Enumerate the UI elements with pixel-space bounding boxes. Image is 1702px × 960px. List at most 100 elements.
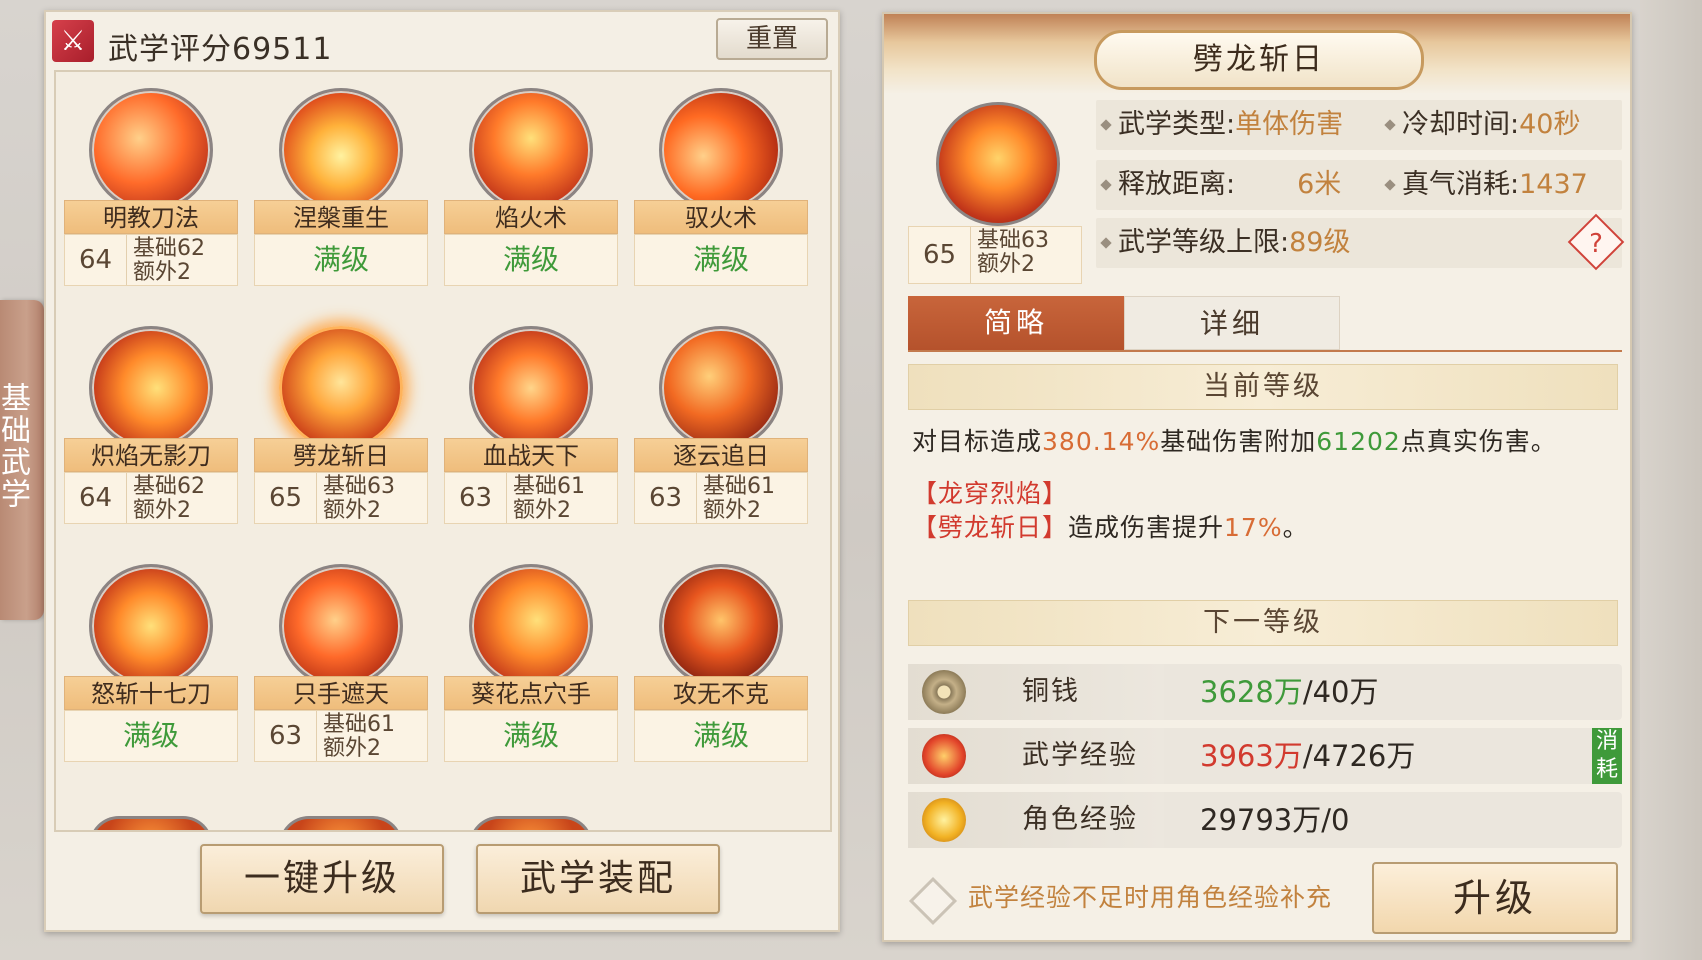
skill-card[interactable]: 涅槃重生 满级 xyxy=(254,88,428,300)
skill-orb-partial xyxy=(279,816,403,830)
cast-range: 释放距离: 6米 xyxy=(1096,160,1341,210)
skill-level-box: 63 基础61 额外2 xyxy=(254,710,428,762)
skill-level: 63 xyxy=(445,473,507,523)
qi-cost-value: 1437 xyxy=(1519,169,1588,200)
cooldown-label: 冷却时间: xyxy=(1402,109,1520,140)
bonus-1-tag: 【龙穿烈焰】 xyxy=(912,479,1069,508)
skill-name: 怒斩十七刀 xyxy=(64,676,238,710)
resource-need: /40万 xyxy=(1302,675,1379,709)
skill-name: 炽焰无影刀 xyxy=(64,438,238,472)
skill-level-box: 63 基础61 额外2 xyxy=(444,472,618,524)
resource-value: 29793万/0 xyxy=(1200,792,1350,848)
invincible-warrior-icon xyxy=(659,564,783,688)
cast-range-value: 6米 xyxy=(1297,169,1342,200)
skill-card[interactable]: 怒斩十七刀 满级 xyxy=(64,564,238,776)
tab-brief[interactable]: 简略 xyxy=(908,296,1124,350)
skill-card[interactable]: 驭火术 满级 xyxy=(634,88,808,300)
skill-name: 血战天下 xyxy=(444,438,618,472)
skill-level-base: 基础63 xyxy=(323,474,395,499)
dragon-head-icon xyxy=(279,326,403,450)
qi-cost: 真气消耗:1437 xyxy=(1380,160,1588,210)
resource-label: 铜钱 xyxy=(1022,676,1080,707)
skill-level-box: 64 基础62 额外2 xyxy=(64,234,238,286)
skill-level-box: 满级 xyxy=(634,710,808,762)
side-tab-label: 基础武学 xyxy=(0,382,30,510)
phoenix-rebirth-icon xyxy=(279,88,403,212)
resource-need: /0 xyxy=(1321,803,1350,837)
skill-level-box: 64 基础62 额外2 xyxy=(64,472,238,524)
resource-label: 武学经验 xyxy=(1022,740,1138,771)
hand-cover-sky-icon xyxy=(279,564,403,688)
desc-prefix: 对目标造成 xyxy=(912,427,1043,456)
skill-card[interactable]: 焰火术 满级 xyxy=(444,88,618,300)
tab-detail[interactable]: 详细 xyxy=(1124,296,1340,350)
reset-button[interactable]: 重置 xyxy=(716,18,828,60)
skill-type-value: 单体伤害 xyxy=(1235,109,1344,140)
skill-max-level: 满级 xyxy=(502,243,559,276)
background-strip xyxy=(1640,0,1702,960)
skill-card[interactable]: 攻无不克 满级 xyxy=(634,564,808,776)
skill-card[interactable]: 炽焰无影刀 64 基础62 额外2 xyxy=(64,326,238,538)
skill-card[interactable]: 逐云追日 63 基础61 额外2 xyxy=(634,326,808,538)
one-key-upgrade-button[interactable]: 一键升级 xyxy=(200,844,444,914)
skill-level-extra: 额外2 xyxy=(323,736,381,761)
skill-detail-panel: 劈龙斩日 65 基础63 额外2 武学类型:单体伤害 冷却时间:40秒 释放距离… xyxy=(882,12,1632,942)
seventeen-slash-icon xyxy=(89,564,213,688)
resource-have: 3963万 xyxy=(1200,739,1303,773)
skill-card[interactable]: 血战天下 63 基础61 额外2 xyxy=(444,326,618,538)
resource-label: 角色经验 xyxy=(1022,804,1138,835)
martial-equip-button[interactable]: 武学装配 xyxy=(476,844,720,914)
attr-row-range: 释放距离: 6米 真气消耗:1437 xyxy=(1096,160,1622,210)
skill-max-level: 满级 xyxy=(692,243,749,276)
detail-tabs: 简略 详细 xyxy=(908,296,1622,352)
skill-card-selected[interactable]: 劈龙斩日 65 基础63 额外2 xyxy=(254,326,428,538)
bonus-line-1: 【龙穿烈焰】 xyxy=(912,474,1068,510)
level-cap-label: 武学等级上限: xyxy=(1118,227,1290,258)
supplement-checkbox[interactable] xyxy=(908,876,958,926)
desc-true-damage: 61202 xyxy=(1316,427,1401,456)
sunflower-point-icon xyxy=(469,564,593,688)
skill-level-box: 满级 xyxy=(254,234,428,286)
skill-level: 63 xyxy=(255,711,317,761)
cast-range-label: 释放距离: xyxy=(1118,169,1236,200)
skill-name: 涅槃重生 xyxy=(254,200,428,234)
bonus-2-end: 。 xyxy=(1282,513,1309,542)
blood-battle-icon xyxy=(469,326,593,450)
desc-mid: 基础伤害附加 xyxy=(1160,427,1317,456)
supplement-label: 武学经验不足时用角色经验补充 xyxy=(968,883,1333,912)
skill-orb-partial xyxy=(469,816,593,830)
skill-level-box: 65 基础63 额外2 xyxy=(254,472,428,524)
skill-level-base: 基础61 xyxy=(513,474,585,499)
skill-name: 焰火术 xyxy=(444,200,618,234)
skill-level-extra: 额外2 xyxy=(133,260,191,285)
skill-max-level: 满级 xyxy=(692,719,749,752)
skill-grid[interactable]: 明教刀法 64 基础62 额外2 涅槃重生 满级 焰火术 满级 驭火术 满级 炽… xyxy=(54,70,832,832)
level-cap: 武学等级上限:89级 xyxy=(1096,218,1350,268)
bonus-2-tag: 【劈龙斩日】 xyxy=(912,513,1069,542)
help-question-mark: ? xyxy=(1589,229,1603,259)
resource-row-copper: 铜钱 3628万/40万 xyxy=(908,664,1622,720)
gold-orb-icon xyxy=(922,798,966,842)
resource-value: 3963万/4726万 xyxy=(1200,728,1415,784)
skill-card[interactable]: 只手遮天 63 基础61 额外2 xyxy=(254,564,428,776)
current-level-description: 对目标造成380.14%基础伤害附加61202点真实伤害。 xyxy=(912,422,1557,458)
skill-max-level: 满级 xyxy=(122,719,179,752)
bonus-2-percent: 17% xyxy=(1224,513,1283,542)
consume-tag: 消耗 xyxy=(1592,728,1622,784)
skill-level-box: 满级 xyxy=(634,234,808,286)
skill-level-base: 基础62 xyxy=(133,236,205,261)
side-tab-basic-martial[interactable]: 基础武学 xyxy=(0,300,44,620)
resource-label-area: 铜钱 xyxy=(908,664,1164,720)
skill-name: 只手遮天 xyxy=(254,676,428,710)
skill-card[interactable]: 明教刀法 64 基础62 额外2 xyxy=(64,88,238,300)
skill-level: 64 xyxy=(65,235,127,285)
martial-score: 武学评分69511 xyxy=(108,32,333,67)
skill-orb-partial xyxy=(89,816,213,830)
upgrade-button[interactable]: 升级 xyxy=(1372,862,1618,934)
chase-sun-icon xyxy=(659,326,783,450)
skill-name: 葵花点穴手 xyxy=(444,676,618,710)
current-level-header: 当前等级 xyxy=(908,364,1618,410)
skill-card[interactable]: 葵花点穴手 满级 xyxy=(444,564,618,776)
skill-level-box: 满级 xyxy=(64,710,238,762)
skill-level: 63 xyxy=(635,473,697,523)
